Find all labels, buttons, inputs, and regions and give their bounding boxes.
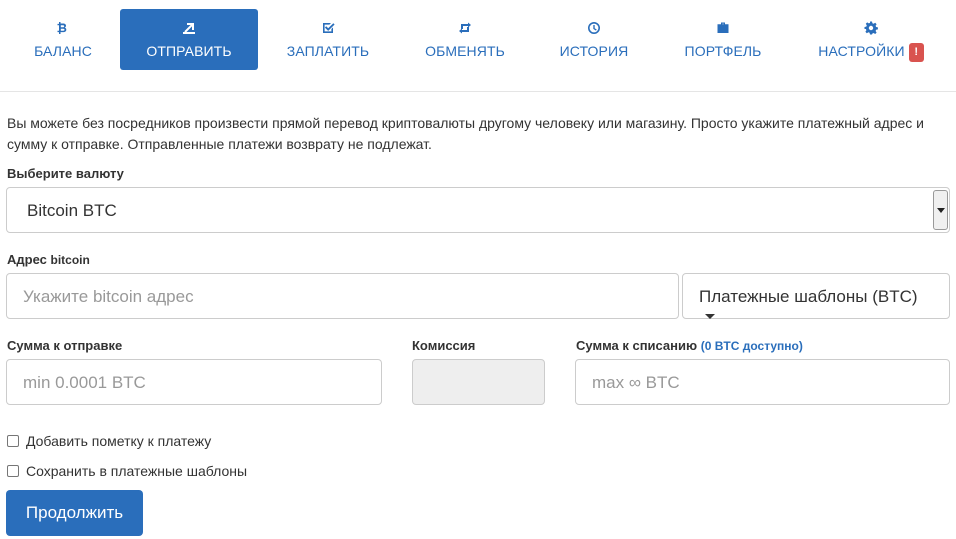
top-nav: БАЛАНС ОТПРАВИТЬ ЗАПЛАТИТЬ ОБМЕНЯТЬ ИСТО… [0,0,956,92]
nav-send[interactable]: ОТПРАВИТЬ [120,9,258,70]
save-template-label: Сохранить в платежные шаблоны [26,463,248,479]
nav-exchange-label: ОБМЕНЯТЬ [425,43,505,59]
currency-selected-value: Bitcoin BTC [27,201,117,220]
debit-label-text: Сумма к списанию [576,338,698,353]
save-template-checkbox[interactable] [7,465,19,477]
nav-history-label: ИСТОРИЯ [559,43,629,59]
briefcase-icon [672,21,774,39]
payment-templates-button[interactable]: Платежные шаблоны (BTC) [682,273,950,319]
nav-send-label: ОТПРАВИТЬ [146,43,232,59]
alert-badge: ! [908,43,924,62]
fee-field [412,359,545,405]
nav-exchange[interactable]: ОБМЕНЯТЬ [410,9,520,70]
nav-settings-label: НАСТРОЙКИ [818,43,905,59]
caret-down-icon [705,314,715,319]
address-label: Адрес bitcoin [7,252,90,267]
amount-input[interactable]: min 0.0001 BTC [6,359,382,405]
chevron-down-icon [933,190,948,230]
nav-pay-label: ЗАПЛАТИТЬ [286,43,370,59]
bitcoin-icon [8,21,118,39]
continue-button[interactable]: Продолжить [6,490,143,536]
fee-label: Комиссия [412,338,476,353]
send-icon [120,21,258,39]
clock-icon [540,21,648,39]
address-label-text: Адрес [7,252,47,267]
nav-settings[interactable]: НАСТРОЙКИ! [806,9,936,70]
debit-input[interactable]: max ∞ BTC [575,359,950,405]
intro-text: Вы можете без посредников произвести пря… [7,115,924,152]
payment-templates-label: Платежные шаблоны (BTC) [699,287,918,306]
nav-settings-label-wrap: НАСТРОЙКИ! [806,43,936,62]
address-input[interactable]: Укажите bitcoin адрес [6,273,679,319]
available-balance: (0 BTC доступно) [700,339,803,353]
address-label-currency: bitcoin [50,253,90,267]
nav-portfolio[interactable]: ПОРТФЕЛЬ [672,9,774,70]
add-note-checkbox[interactable] [7,435,19,447]
gear-icon [806,21,936,39]
add-note-label: Добавить пометку к платежу [26,433,212,449]
retweet-icon [410,21,520,39]
amount-label: Сумма к отправке [7,338,123,353]
check-square-icon [270,21,386,39]
nav-pay[interactable]: ЗАПЛАТИТЬ [270,9,386,70]
currency-select[interactable]: Bitcoin BTC [6,187,950,233]
currency-label: Выберите валюту [7,166,124,181]
nav-portfolio-label: ПОРТФЕЛЬ [684,43,762,59]
nav-balance[interactable]: БАЛАНС [8,9,118,70]
save-template-checkbox-row[interactable]: Сохранить в платежные шаблоны [7,463,247,479]
nav-history[interactable]: ИСТОРИЯ [540,9,648,70]
nav-balance-label: БАЛАНС [34,43,92,59]
debit-label: Сумма к списанию (0 BTC доступно) [576,338,803,353]
add-note-checkbox-row[interactable]: Добавить пометку к платежу [7,433,211,449]
